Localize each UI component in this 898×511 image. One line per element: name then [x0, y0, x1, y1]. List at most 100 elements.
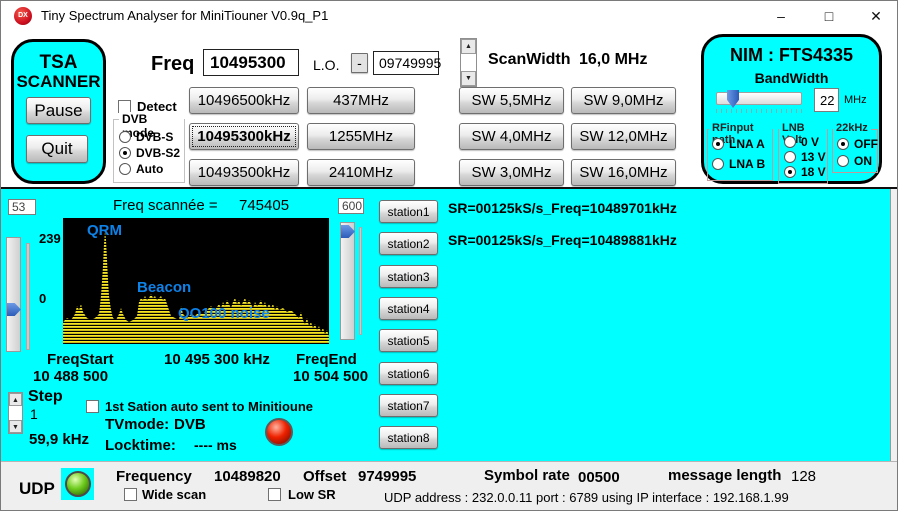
udp-led-green	[65, 471, 91, 497]
sw-4-0-button[interactable]: SW 4,0MHz	[459, 123, 564, 150]
right-level-gauge	[359, 227, 362, 335]
message-length-label: message length	[668, 467, 781, 484]
title-bar: DX Tiny Spectrum Analyser for MiniTioune…	[1, 1, 898, 31]
freq-center-value: 10 495 300 kHz	[164, 351, 270, 368]
annotation-qrm: QRM	[87, 222, 122, 239]
sw-9-0-button[interactable]: SW 9,0MHz	[571, 87, 676, 114]
locktime-label: Locktime:	[105, 437, 176, 454]
lo-input[interactable]: 09749995	[373, 51, 439, 75]
radio-dvb-s2[interactable]: DVB-S2	[119, 146, 180, 160]
minimize-button[interactable]: –	[758, 1, 804, 31]
radio-18v[interactable]: 18 V	[784, 165, 826, 179]
quit-button[interactable]: Quit	[26, 135, 88, 163]
sw-5-5-button[interactable]: SW 5,5MHz	[459, 87, 564, 114]
radio-22khz-off[interactable]: OFF	[837, 137, 878, 151]
main-section: Freq scannée = 745405 53 239 0	[1, 189, 891, 461]
preset-437mhz-button[interactable]: 437MHz	[307, 87, 415, 114]
freq-scanned-label: Freq scannée =	[113, 197, 218, 214]
preset-10493500-button[interactable]: 10493500kHz	[189, 159, 299, 186]
station4-button[interactable]: station4	[379, 297, 438, 320]
bandwidth-label: BandWidth	[704, 70, 879, 86]
radio-dvb-s[interactable]: DVB-S	[119, 130, 173, 144]
radio-dot	[119, 163, 131, 175]
step-spinner[interactable]: ▲ ▼	[8, 392, 23, 434]
sw-3-0-button[interactable]: SW 3,0MHz	[459, 159, 564, 186]
sw-12-0-button[interactable]: SW 12,0MHz	[571, 123, 676, 150]
scale-min-label: 0	[39, 291, 46, 306]
station7-button[interactable]: station7	[379, 394, 438, 417]
symbol-rate-label: Symbol rate	[484, 467, 570, 484]
left-level-input[interactable]: 53	[8, 199, 36, 215]
station8-button[interactable]: station8	[379, 426, 438, 449]
window-title: Tiny Spectrum Analyser for MiniTiouner V…	[41, 8, 328, 23]
tvmode-value: DVB	[174, 416, 206, 433]
bottom-bar: UDP Frequency 10489820 Offset 9749995 Wi…	[1, 461, 898, 511]
radio-auto[interactable]: Auto	[119, 162, 163, 176]
close-button[interactable]: ✕	[853, 1, 898, 31]
bandwidth-input[interactable]: 22	[814, 88, 839, 112]
radio-lna-b[interactable]: LNA B	[712, 157, 765, 171]
maximize-button[interactable]: □	[806, 1, 852, 31]
radio-dot	[784, 136, 796, 148]
offset-label: Offset	[303, 468, 346, 485]
tsa-title-line1: TSA	[14, 52, 103, 74]
step-label: Step	[28, 388, 63, 406]
right-level-input[interactable]: 600	[338, 198, 364, 214]
station2-button[interactable]: station2	[379, 232, 438, 255]
radio-dot	[712, 158, 724, 170]
spinner-up-icon[interactable]: ▲	[9, 393, 22, 406]
frequency-label: Frequency	[116, 468, 192, 485]
low-sr-checkbox[interactable]	[268, 488, 281, 501]
scale-max-label: 239	[39, 231, 61, 246]
nim-panel: NIM : FTS4335 BandWidth 22 MHz RFinput p…	[701, 34, 882, 184]
radio-dot	[784, 151, 796, 163]
bandwidth-slider-thumb[interactable]	[727, 90, 739, 108]
radio-22khz-on[interactable]: ON	[837, 154, 872, 168]
preset-2410mhz-button[interactable]: 2410MHz	[307, 159, 415, 186]
udp-address-line: UDP address : 232.0.0.11 port : 6789 usi…	[384, 490, 789, 505]
preset-1255mhz-button[interactable]: 1255MHz	[307, 123, 415, 150]
scanwidth-spinner[interactable]: ▲ ▼	[460, 38, 477, 87]
bandwidth-unit: MHz	[844, 94, 867, 106]
sw-16-0-button[interactable]: SW 16,0MHz	[571, 159, 676, 186]
wide-scan-checkbox[interactable]	[124, 488, 137, 501]
spinner-up-icon[interactable]: ▲	[461, 39, 476, 54]
message-length-value: 128	[791, 468, 816, 485]
left-slider-thumb[interactable]	[7, 303, 21, 316]
pause-button[interactable]: Pause	[26, 97, 91, 124]
radio-0v[interactable]: 0 V	[784, 135, 819, 149]
right-slider[interactable]	[340, 222, 355, 340]
radio-dot	[119, 131, 131, 143]
freq-start-value: 10 488 500	[33, 368, 108, 385]
frequency-value: 10489820	[214, 468, 281, 485]
left-level-gauge	[26, 243, 30, 350]
lnb-volt-group: LNB Volt 0 V 13 V 18 V	[778, 129, 828, 184]
radio-13v[interactable]: 13 V	[784, 150, 826, 164]
radio-lna-a[interactable]: LNA A	[712, 137, 765, 151]
left-slider[interactable]	[6, 237, 21, 352]
sr-result-1: SR=00125kS/s_Freq=10489701kHz	[448, 200, 677, 216]
station5-button[interactable]: station5	[379, 329, 438, 352]
radio-dot	[784, 166, 796, 178]
preset-10495300-button[interactable]: 10495300kHz	[189, 123, 299, 150]
preset-10496500-button[interactable]: 10496500kHz	[189, 87, 299, 114]
low-sr-label: Low SR	[288, 487, 336, 502]
station3-button[interactable]: station3	[379, 265, 438, 288]
sr-result-2: SR=00125kS/s_Freq=10489881kHz	[448, 232, 677, 248]
radio-dot	[119, 147, 131, 159]
spinner-down-icon[interactable]: ▼	[461, 71, 476, 86]
right-slider-thumb[interactable]	[341, 225, 355, 238]
freq-input[interactable]: 10495300	[203, 49, 299, 76]
freq-end-label: FreqEnd	[296, 351, 357, 368]
step-value: 1	[30, 406, 38, 422]
spinner-down-icon[interactable]: ▼	[9, 420, 22, 433]
station6-button[interactable]: station6	[379, 362, 438, 385]
freq-end-value: 10 504 500	[293, 368, 368, 385]
station1-button[interactable]: station1	[379, 200, 438, 223]
lo-minus-button[interactable]: -	[351, 53, 368, 73]
freq-label: Freq	[151, 53, 194, 76]
step-khz-value: 59,9 kHz	[29, 431, 89, 448]
tvmode-label: TVmode:	[105, 416, 169, 433]
locktime-value: ---- ms	[194, 437, 237, 453]
auto-send-checkbox[interactable]	[86, 400, 99, 413]
